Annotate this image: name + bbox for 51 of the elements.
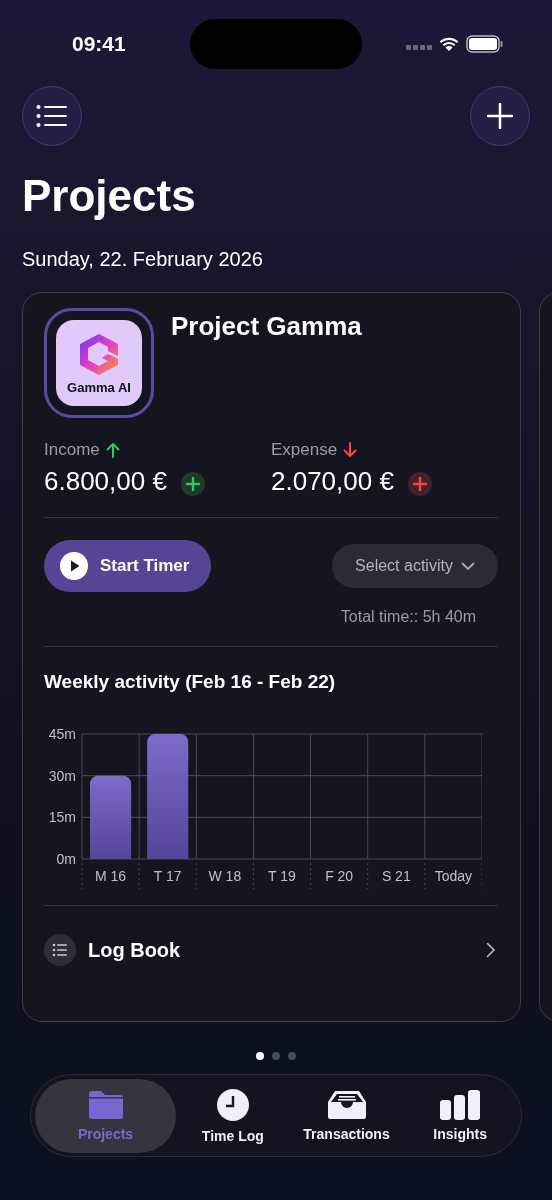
x-axis-label: T 19	[268, 868, 296, 884]
expense-add-button[interactable]	[407, 471, 432, 496]
chart-title: Weekly activity (Feb 16 - Feb 22)	[44, 671, 337, 693]
list-icon	[44, 934, 76, 966]
clock-icon	[215, 1087, 250, 1122]
logo-text: Gamma AI	[67, 379, 131, 395]
wifi-icon	[438, 36, 460, 52]
page-dot[interactable]	[256, 1052, 264, 1060]
page-dot[interactable]	[272, 1052, 280, 1060]
date-label: Sunday, 22. February 2026	[22, 247, 264, 272]
battery-icon	[466, 35, 504, 53]
stat-label: Expense	[271, 440, 338, 460]
stat-label: Income	[44, 440, 100, 460]
tab[interactable]: Insights	[403, 1078, 517, 1153]
x-axis-label: S 21	[381, 868, 411, 884]
up-arrow-icon	[105, 442, 120, 458]
plus-icon	[412, 476, 427, 491]
plus-icon	[185, 476, 200, 491]
tray-icon	[326, 1089, 367, 1120]
activity-dropdown[interactable]: Select activity	[332, 544, 498, 588]
x-axis-label: F 20	[325, 868, 354, 884]
cube-logo-icon	[78, 331, 120, 376]
y-tick-label: 45m	[48, 726, 76, 742]
play-icon	[60, 552, 88, 580]
status-time: 09:41	[72, 32, 126, 56]
stat-amount: 6.800,00 €	[44, 466, 167, 497]
y-tick-label: 30m	[48, 767, 76, 784]
x-axis-label: Today	[434, 868, 473, 884]
list-icon	[36, 105, 68, 127]
signal-icon	[406, 45, 432, 51]
x-axis-label: T 17	[153, 868, 182, 884]
income-add-button[interactable]	[180, 471, 205, 496]
down-arrow-icon	[343, 442, 358, 458]
chevron-right-icon	[486, 942, 496, 958]
stat-amount: 2.070,00 €	[271, 466, 394, 497]
log-book-link[interactable]: Log Book	[44, 934, 498, 966]
page-dot[interactable]	[288, 1052, 296, 1060]
start-timer-button[interactable]: Start Timer	[44, 540, 211, 592]
page-title: Projects	[22, 170, 197, 222]
y-tick-label: 15m	[48, 809, 76, 826]
y-tick-label: 0m	[56, 851, 76, 867]
tab[interactable]: Time Log	[176, 1078, 290, 1153]
bar-chart-icon	[439, 1089, 482, 1120]
project-name: Project Gamma	[171, 311, 362, 343]
x-axis-label: W 18	[208, 868, 242, 884]
plus-icon	[487, 103, 513, 129]
x-axis-label: M 16	[95, 868, 127, 884]
folder-icon	[86, 1089, 125, 1120]
total-time: Total time:: 5h 40m	[339, 608, 476, 626]
chevron-down-icon	[460, 561, 475, 571]
tab[interactable]: Transactions	[289, 1078, 404, 1153]
